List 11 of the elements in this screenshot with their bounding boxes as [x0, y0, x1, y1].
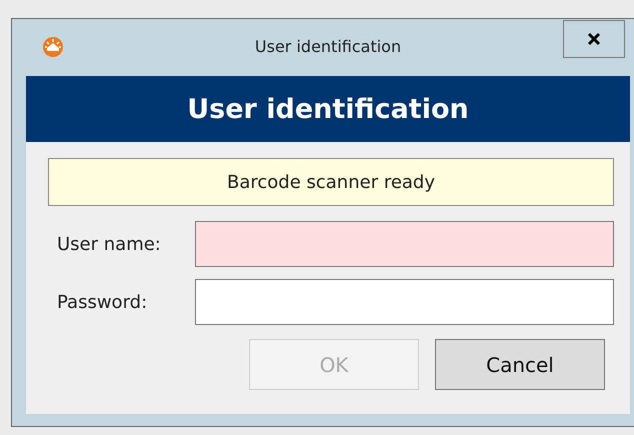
sun-icon [42, 36, 64, 58]
field-label: Password: [56, 292, 148, 312]
window-title: User identification [254, 37, 402, 56]
close-icon [587, 32, 601, 46]
status-message: Barcode scanner ready [226, 172, 436, 192]
dialog-button[interactable]: Cancel [435, 339, 605, 390]
header-title: User identification [187, 94, 469, 124]
close-button[interactable] [563, 20, 625, 58]
input-field[interactable] [195, 279, 614, 325]
input-field[interactable] [195, 221, 614, 267]
field-label: User name: [56, 234, 162, 254]
